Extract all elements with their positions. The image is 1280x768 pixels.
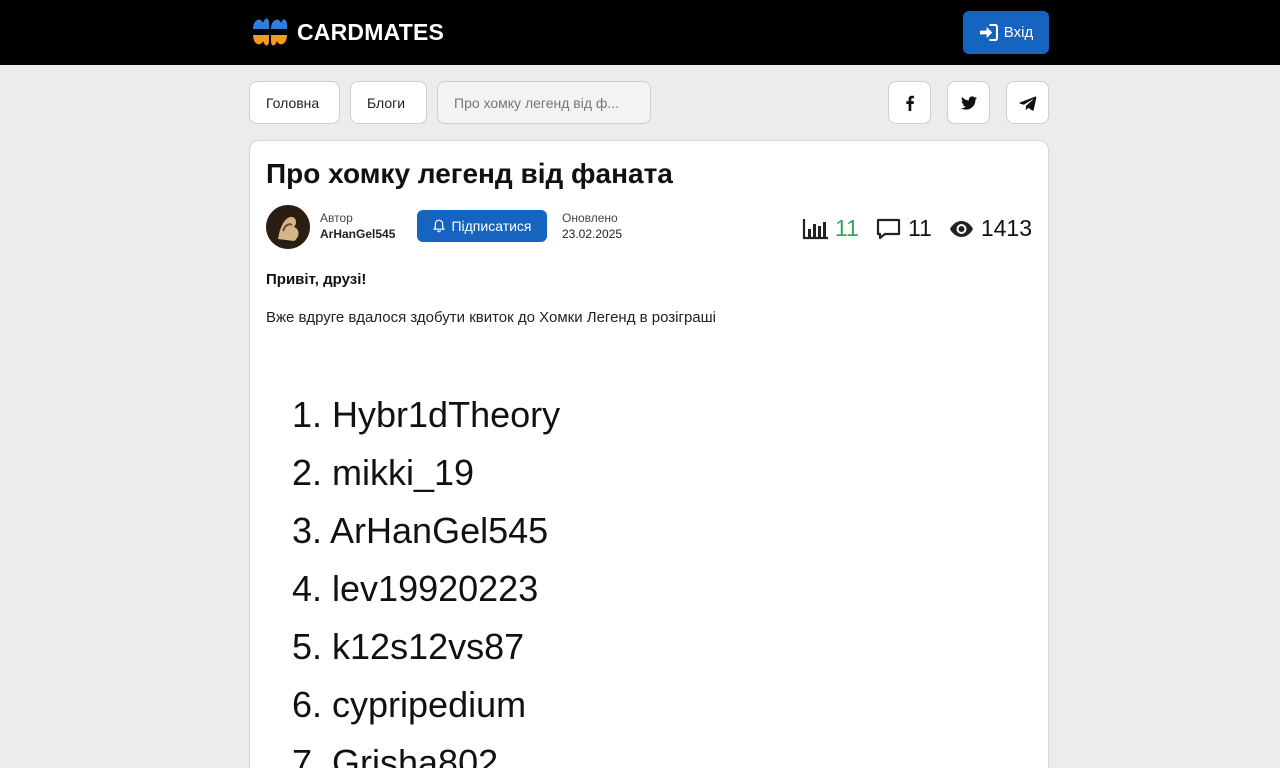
avatar-image — [266, 205, 310, 249]
list-item: 5. k12s12vs87 — [292, 626, 525, 667]
blog-post-card: Про хомку легенд від фаната Автор ArHanG… — [249, 140, 1049, 768]
list-item: 3. ArHanGel545 — [292, 510, 549, 551]
login-button[interactable]: Вхід — [963, 11, 1049, 54]
breadcrumb-blogs[interactable]: Блоги — [350, 81, 427, 124]
login-label: Вхід — [1003, 24, 1034, 41]
author-name-link[interactable]: ArHanGel545 — [320, 227, 395, 241]
post-title: Про хомку легенд від фаната — [266, 158, 673, 189]
eye-icon — [949, 220, 973, 237]
logo-text: CARDMATES — [297, 18, 445, 45]
votes-stat[interactable]: 11 — [802, 215, 859, 242]
share-twitter-button[interactable] — [947, 81, 990, 124]
author-avatar[interactable] — [266, 205, 310, 249]
post-greeting: Привіт, друзі! — [266, 271, 367, 288]
twitter-icon — [960, 95, 977, 110]
subscribe-label: Підписатися — [451, 218, 532, 234]
list-item: 7. Grisha802 — [292, 742, 499, 768]
author-label: Автор — [320, 211, 353, 225]
post-paragraph: Вже вдруге вдалося здобути квиток до Хом… — [266, 309, 716, 326]
share-facebook-button[interactable] — [888, 81, 931, 124]
comment-icon — [876, 218, 901, 239]
views-stat: 1413 — [948, 215, 1032, 242]
top-bar: CARDMATES Вхід — [0, 0, 1280, 65]
site-logo[interactable]: CARDMATES — [249, 10, 444, 54]
comments-stat[interactable]: 11 — [875, 215, 932, 242]
updated-date: 23.02.2025 — [562, 227, 623, 241]
views-count: 1413 — [980, 215, 1032, 241]
list-item: 4. lev19920223 — [292, 568, 539, 609]
post-stats: 11 11 1413 — [802, 215, 1032, 242]
bar-chart-icon — [802, 218, 829, 239]
votes-count: 11 — [835, 215, 859, 241]
telegram-icon — [1018, 96, 1036, 111]
list-item: 2. mikki_19 — [292, 452, 475, 493]
breadcrumb-current: Про хомку легенд від ф... — [437, 81, 651, 124]
subscribe-button[interactable]: Підписатися — [417, 210, 547, 242]
breadcrumb-home[interactable]: Головна — [249, 81, 340, 124]
comments-count: 11 — [907, 215, 932, 241]
list-item: 6. cypripedium — [292, 684, 527, 725]
facebook-icon — [905, 95, 914, 111]
list-item: 1. Hybr1dTheory — [292, 394, 561, 435]
sign-in-icon — [979, 24, 998, 41]
share-telegram-button[interactable] — [1006, 81, 1049, 124]
winners-list: 1. Hybr1dTheory 2. mikki_19 3. ArHanGel5… — [292, 391, 560, 768]
bell-icon — [433, 219, 446, 233]
cardmates-logo-icon — [253, 18, 287, 46]
updated-label: Оновлено — [562, 211, 618, 225]
